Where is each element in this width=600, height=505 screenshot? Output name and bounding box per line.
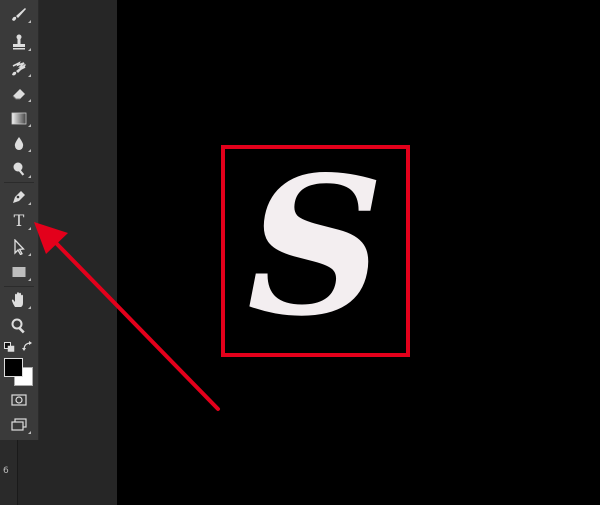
swap-colors-icon[interactable] bbox=[22, 341, 33, 352]
hand-tool[interactable] bbox=[4, 289, 34, 311]
tool-separator bbox=[4, 182, 34, 183]
tool-group-indicator bbox=[28, 431, 31, 434]
tools-panel: T bbox=[0, 0, 39, 440]
quick-mask-button[interactable] bbox=[4, 389, 34, 411]
tool-group-indicator bbox=[28, 253, 31, 256]
tool-group-indicator bbox=[28, 202, 31, 205]
tool-group-indicator bbox=[28, 74, 31, 77]
history-brush-icon bbox=[12, 61, 26, 76]
dodge-tool[interactable] bbox=[4, 158, 34, 180]
dodge-icon bbox=[13, 162, 25, 176]
tool-group-indicator bbox=[28, 48, 31, 51]
zoom-tool[interactable] bbox=[4, 315, 34, 337]
type-tool-icon: T bbox=[13, 211, 25, 230]
rectangle-tool[interactable] bbox=[4, 261, 34, 283]
blur-icon bbox=[14, 137, 24, 150]
quick-mask-icon bbox=[11, 394, 27, 406]
brush-icon bbox=[12, 8, 26, 21]
color-swatches bbox=[4, 340, 36, 388]
tool-group-indicator bbox=[28, 227, 31, 230]
rectangle-icon bbox=[12, 267, 26, 277]
tool-group-indicator bbox=[28, 124, 31, 127]
pen-tool[interactable] bbox=[4, 185, 34, 207]
type-tool[interactable]: T bbox=[4, 210, 34, 232]
highlighted-letter-box: S bbox=[221, 145, 410, 357]
clone-stamp-icon bbox=[13, 34, 25, 50]
foreground-color-swatch[interactable] bbox=[4, 358, 23, 377]
screen-mode-icon bbox=[11, 418, 27, 431]
tool-separator bbox=[4, 286, 34, 287]
gradient-icon bbox=[11, 112, 27, 125]
tool-group-indicator bbox=[28, 99, 31, 102]
gradient-tool[interactable] bbox=[4, 107, 34, 129]
screen-mode-button[interactable] bbox=[4, 414, 34, 436]
eraser-icon bbox=[12, 89, 25, 100]
pen-icon bbox=[13, 191, 25, 203]
tool-group-indicator bbox=[28, 278, 31, 281]
pasteboard-area bbox=[39, 0, 117, 505]
canvas-letter: S bbox=[246, 135, 385, 358]
tool-group-indicator bbox=[28, 306, 31, 309]
history-brush-tool[interactable] bbox=[4, 57, 34, 79]
ruler-label: 6 bbox=[3, 466, 9, 476]
blur-tool[interactable] bbox=[4, 132, 34, 154]
hand-icon bbox=[11, 292, 23, 307]
path-selection-tool[interactable] bbox=[4, 236, 34, 258]
default-colors-icon[interactable] bbox=[4, 342, 15, 352]
eraser-tool[interactable] bbox=[4, 82, 34, 104]
zoom-icon bbox=[11, 318, 25, 334]
tool-group-indicator bbox=[28, 175, 31, 178]
brush-tool[interactable] bbox=[4, 3, 34, 25]
tool-group-indicator bbox=[28, 149, 31, 152]
pasteboard-area-lower bbox=[18, 440, 117, 505]
tool-group-indicator bbox=[28, 20, 31, 23]
clone-stamp-tool[interactable] bbox=[4, 31, 34, 53]
path-selection-icon bbox=[14, 239, 25, 255]
